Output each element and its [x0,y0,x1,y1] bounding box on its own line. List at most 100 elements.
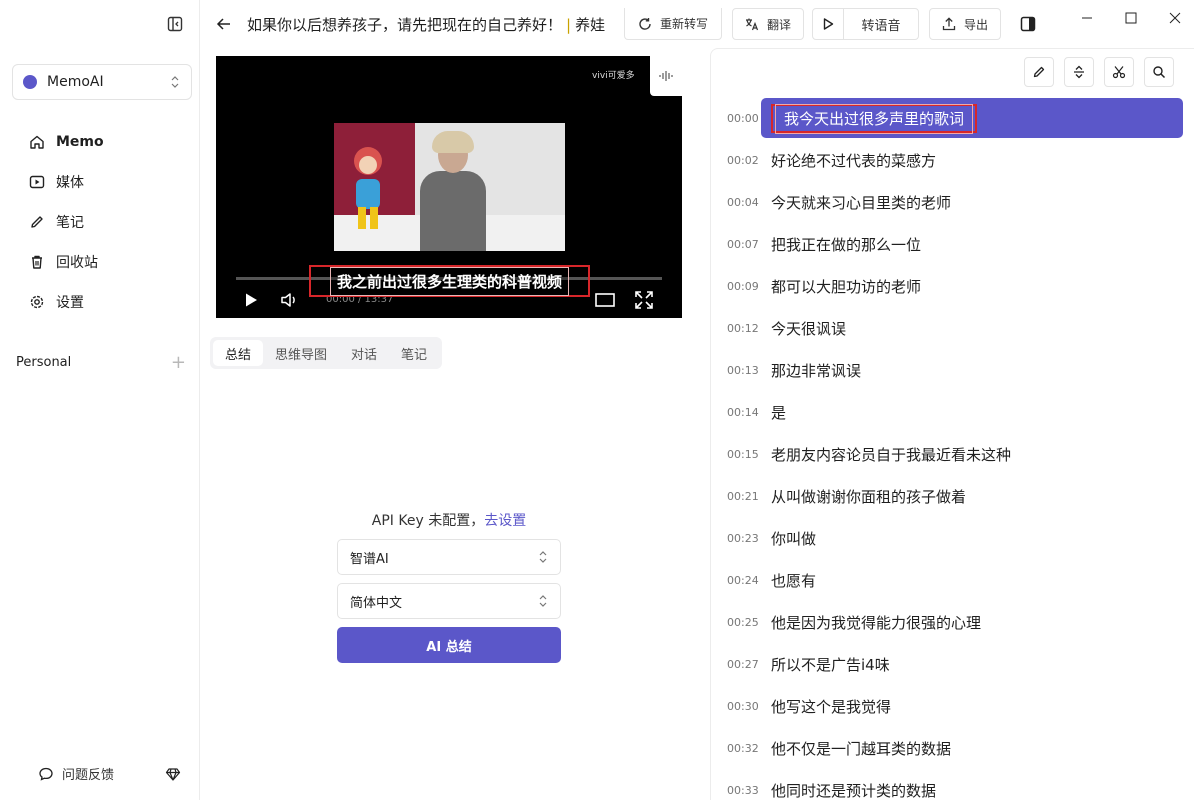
transcript-timestamp[interactable]: 00:14 [711,406,771,419]
transcript-line[interactable]: 00:33 他同时还是预计类的数据 [711,770,1194,800]
transcript-line[interactable]: 00:27 所以不是广告i4味 [711,644,1194,684]
ai-summary-button[interactable]: AI 总结 [337,627,561,663]
language-value: 简体中文 [350,595,403,611]
transcript-timestamp[interactable]: 00:13 [711,364,771,377]
transcript-line[interactable]: 00:14 是 [711,392,1194,432]
sidebar-item-notes[interactable]: 笔记 [0,202,200,242]
to-speech-button[interactable]: 转语音 [843,8,919,40]
transcript-line[interactable]: 00:04 今天就来习心目里类的老师 [711,182,1194,222]
play-square-icon [28,173,46,191]
page-title: 如果你以后想养孩子，请先把现在的自己养好！ | 养娃 [247,14,682,35]
edit-icon[interactable] [1024,57,1054,87]
transcript-line[interactable]: 00:13 那边非常讽误 [711,350,1194,390]
transcript-timestamp[interactable]: 00:15 [711,448,771,461]
transcript-timestamp[interactable]: 00:02 [711,154,771,167]
provider-select[interactable]: 智谱AI [337,539,561,575]
sidebar-item-media[interactable]: 媒体 [0,162,200,202]
transcript-line[interactable]: 00:21 从叫做谢谢你面租的孩子做着 [711,476,1194,516]
chat-bubble-icon [38,766,54,782]
transcript-line[interactable]: 00:12 今天很讽误 [711,308,1194,348]
search-icon[interactable] [1144,57,1174,87]
provider-value: 智谱AI [350,551,389,567]
transcript-timestamp[interactable]: 00:25 [711,616,771,629]
play-tts-button[interactable] [812,8,844,40]
sidebar-collapse-icon[interactable] [165,14,185,34]
go-settings-link[interactable]: 去设置 [484,513,526,529]
to-speech-label: 转语音 [861,18,901,34]
transcript-line[interactable]: 00:24 也愿有 [711,560,1194,600]
transcript-timestamp[interactable]: 00:24 [711,574,771,587]
transcript-text: 把我正在做的那么一位 [771,235,922,254]
transcript-timestamp[interactable]: 00:00 [717,112,777,125]
sidebar-nav: Memo 媒体 笔记 回收站 设置 [0,122,200,322]
tab-mindmap[interactable]: 思维导图 [263,340,339,366]
feedback-button[interactable]: 问题反馈 [38,764,114,783]
section-label: Personal [16,354,72,370]
sidebar-item-memo[interactable]: Memo [0,122,200,162]
title-separator: | [566,16,572,34]
play-icon[interactable] [242,289,260,311]
video-player[interactable]: vivi可爱多 00:00 / 13:37 我之前出过很多生理类的科普视频 [216,56,682,318]
sidebar-item-trash[interactable]: 回收站 [0,242,200,282]
transcript-timestamp[interactable]: 00:27 [711,658,771,671]
transcript-line[interactable]: 00:07 把我正在做的那么一位 [711,224,1194,264]
title-main: 如果你以后想养孩子，请先把现在的自己养好！ [247,16,563,34]
workspace-avatar [23,75,37,89]
back-arrow-icon[interactable] [214,14,234,34]
maximize-icon[interactable] [1121,8,1141,28]
volume-icon[interactable] [280,289,300,311]
transcript-timestamp[interactable]: 00:32 [711,742,771,755]
workspace-switcher[interactable]: MemoAI [12,64,192,100]
tab-notes[interactable]: 笔记 [389,340,439,366]
tab-chat[interactable]: 对话 [339,340,389,366]
tab-summary[interactable]: 总结 [213,340,264,366]
transcript-text: 他同时还是预计类的数据 [771,781,937,800]
split-merge-icon[interactable] [1064,57,1094,87]
sidebar-item-label: 设置 [56,295,84,311]
top-bar: 如果你以后想养孩子，请先把现在的自己养好！ | 养娃 重新转写 翻译 转语音 导出 [200,0,1200,48]
diamond-icon[interactable] [164,765,182,783]
sidebar-item-label: 回收站 [56,255,98,271]
transcript-text: 都可以大胆功访的老师 [771,277,922,296]
transcript-text: 我今天出过很多声里的歌词 [775,103,974,134]
transcript-timestamp[interactable]: 00:21 [711,490,771,503]
transcript-timestamp[interactable]: 00:23 [711,532,771,545]
transcript-text: 好论绝不过代表的菜感方 [771,151,937,170]
sidebar: MemoAI Memo 媒体 笔记 回收站 设置 Personal + 问题反馈 [0,0,200,800]
panel-toggle-icon[interactable] [1018,14,1038,34]
transcript-timestamp[interactable]: 00:07 [711,238,771,251]
chevron-updown-icon [539,551,547,563]
transcript-line[interactable]: 00:25 他是因为我觉得能力很强的心理 [711,602,1194,642]
waveform-icon[interactable] [650,56,682,96]
widescreen-icon[interactable] [594,289,616,311]
app-window: MemoAI Memo 媒体 笔记 回收站 设置 Personal + 问题反馈… [0,0,1200,800]
add-icon[interactable]: + [171,352,186,373]
transcript-timestamp[interactable]: 00:09 [711,280,771,293]
transcript-line[interactable]: 00:15 老朋友内容论员自于我最近看未这种 [711,434,1194,474]
transcript-line[interactable]: 00:32 他不仅是一门越耳类的数据 [711,728,1194,768]
scissors-icon[interactable] [1104,57,1134,87]
export-button[interactable]: 导出 [929,8,1001,40]
transcript-timestamp[interactable]: 00:30 [711,700,771,713]
fullscreen-icon[interactable] [634,289,654,311]
transcript-line[interactable]: 00:23 你叫做 [711,518,1194,558]
transcript-line[interactable]: 00:30 他写这个是我觉得 [711,686,1194,726]
refresh-icon [638,17,652,31]
transcript-line[interactable]: 00:00 我今天出过很多声里的歌词 [717,98,1183,138]
transcript-timestamp[interactable]: 00:33 [711,784,771,797]
minimize-icon[interactable] [1077,8,1097,28]
transcript-line[interactable]: 00:02 好论绝不过代表的菜感方 [711,140,1194,180]
retranscribe-button[interactable]: 重新转写 [624,8,722,40]
language-select[interactable]: 简体中文 [337,583,561,619]
transcript-line[interactable]: 00:09 都可以大胆功访的老师 [711,266,1194,306]
close-icon[interactable] [1165,8,1185,28]
transcript-timestamp[interactable]: 00:04 [711,196,771,209]
sidebar-item-settings[interactable]: 设置 [0,282,200,322]
sidebar-item-label: 笔记 [56,215,84,231]
translate-button[interactable]: 翻译 [732,8,804,40]
video-frame [334,123,565,251]
chevron-updown-icon [539,595,547,607]
retranscribe-label: 重新转写 [659,17,708,31]
transcript-timestamp[interactable]: 00:12 [711,322,771,335]
transcript-text: 今天很讽误 [771,319,847,338]
